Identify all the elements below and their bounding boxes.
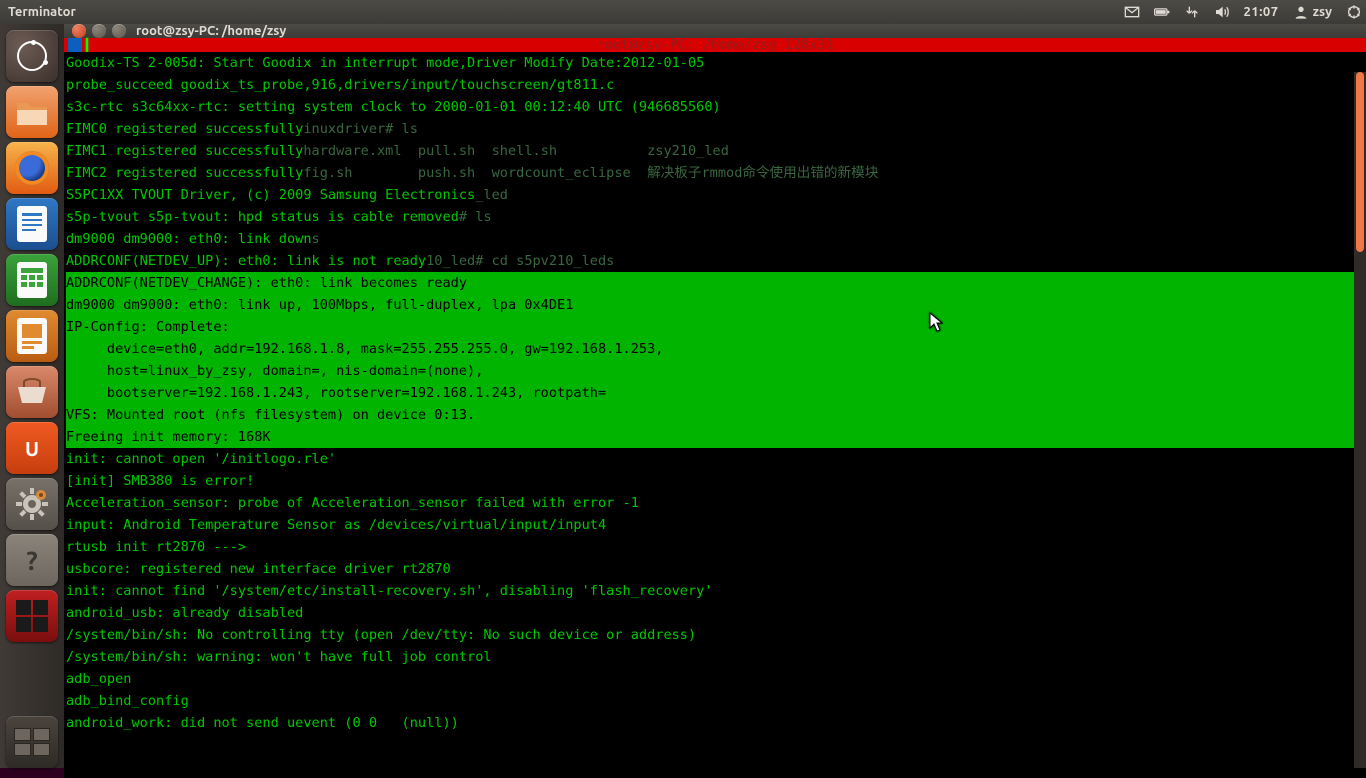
terminator-group-indicator[interactable] bbox=[68, 38, 82, 52]
ghost-text: fig.sh push.sh wordcount_eclipse 解决板子rmm… bbox=[303, 165, 878, 181]
scrollbar-thumb[interactable] bbox=[1356, 72, 1364, 252]
launcher-calc[interactable] bbox=[6, 254, 58, 306]
volume-icon[interactable] bbox=[1214, 4, 1230, 20]
term-line: rtusb init rt2870 ---> bbox=[66, 539, 246, 555]
term-line-highlight: VFS: Mounted root (nfs filesystem) on de… bbox=[66, 404, 1364, 426]
term-line-highlight: IP-Config: Complete: bbox=[66, 316, 1364, 338]
term-line: FIMC1 registered successfully bbox=[66, 143, 303, 159]
window-titlebar[interactable]: root@zsy-PC: /home/zsy bbox=[64, 24, 1366, 38]
term-line: [init] SMB380 is error! bbox=[66, 473, 254, 489]
window-close-button[interactable] bbox=[72, 24, 86, 38]
term-line-highlight: bootserver=192.168.1.243, rootserver=192… bbox=[66, 382, 1364, 404]
term-line: android_work: did not send uevent (0 0 (… bbox=[66, 715, 459, 731]
battery-icon[interactable] bbox=[1154, 4, 1170, 20]
term-line-highlight: dm9000 dm9000: eth0: link up, 100Mbps, f… bbox=[66, 294, 1364, 316]
window-maximize-button[interactable] bbox=[112, 24, 126, 38]
term-line: adb_bind_config bbox=[66, 693, 189, 709]
terminal-cursor-indicator bbox=[86, 38, 88, 52]
user-menu[interactable]: zsy bbox=[1293, 4, 1332, 20]
terminator-pane-title: root@zsy-PC: /home/zsy 128x31 bbox=[596, 37, 833, 53]
term-line: init: cannot find '/system/etc/install-r… bbox=[66, 583, 713, 599]
mail-icon[interactable] bbox=[1124, 4, 1140, 20]
terminator-status-bar[interactable]: root@zsy-PC: /home/zsy 128x31 bbox=[64, 38, 1366, 52]
ghost-text: # ls bbox=[459, 209, 492, 225]
launcher-settings[interactable] bbox=[6, 478, 58, 530]
ghost-text: s bbox=[312, 231, 320, 247]
unity-launcher: U ? bbox=[0, 24, 64, 768]
user-name: zsy bbox=[1313, 5, 1332, 19]
term-line: FIMC2 registered successfully bbox=[66, 165, 303, 181]
launcher-terminator[interactable] bbox=[6, 590, 58, 642]
window-title: root@zsy-PC: /home/zsy bbox=[136, 24, 286, 38]
window-minimize-button[interactable] bbox=[92, 24, 106, 38]
term-line: input: Android Temperature Sensor as /de… bbox=[66, 517, 606, 533]
system-tray: 21:07 zsy bbox=[1124, 4, 1362, 20]
term-line: Acceleration_sensor: probe of Accelerati… bbox=[66, 495, 639, 511]
ghost-text: hardware.xml pull.sh shell.sh zsy210_led bbox=[303, 143, 729, 159]
launcher-files[interactable] bbox=[6, 86, 58, 138]
terminal-output[interactable]: Goodix-TS 2-005d: Start Goodix in interr… bbox=[64, 52, 1366, 778]
top-panel: Terminator 21:07 zsy bbox=[0, 0, 1366, 24]
term-line: s3c-rtc s3c64xx-rtc: setting system cloc… bbox=[66, 99, 721, 115]
term-line: /system/bin/sh: No controlling tty (open… bbox=[66, 627, 696, 643]
ghost-text: 10_led# cd s5pv210_leds bbox=[426, 253, 614, 269]
ghost-text: inuxdriver# ls bbox=[303, 121, 418, 137]
network-icon[interactable] bbox=[1184, 4, 1200, 20]
launcher-firefox[interactable] bbox=[6, 142, 58, 194]
term-line: Goodix-TS 2-005d: Start Goodix in interr… bbox=[66, 55, 704, 71]
term-line: probe_succeed goodix_ts_probe,916,driver… bbox=[66, 77, 614, 93]
term-line: init: cannot open '/initlogo.rle' bbox=[66, 451, 336, 467]
clock[interactable]: 21:07 bbox=[1244, 5, 1279, 19]
term-line-highlight: host=linux_by_zsy, domain=, nis-domain=(… bbox=[66, 360, 1364, 382]
term-line-highlight: ADDRCONF(NETDEV_CHANGE): eth0: link beco… bbox=[66, 272, 1364, 294]
term-line: s5p-tvout s5p-tvout: hpd status is cable… bbox=[66, 209, 459, 225]
term-line: S5PC1XX TVOUT Driver, (c) 2009 Samsung E… bbox=[66, 187, 475, 203]
session-icon[interactable] bbox=[1346, 4, 1362, 20]
term-line: FIMC0 registered successfully bbox=[66, 121, 303, 137]
launcher-impress[interactable] bbox=[6, 310, 58, 362]
launcher-workspace-switcher[interactable] bbox=[6, 716, 58, 768]
launcher-software-center[interactable] bbox=[6, 366, 58, 418]
term-line: ADDRCONF(NETDEV_UP): eth0: link is not r… bbox=[66, 253, 426, 269]
launcher-ubuntu-one[interactable]: U bbox=[6, 422, 58, 474]
launcher-dash[interactable] bbox=[6, 30, 58, 82]
term-line: /system/bin/sh: warning: won't have full… bbox=[66, 649, 492, 665]
term-line: android_usb: already disabled bbox=[66, 605, 303, 621]
active-app-title: Terminator bbox=[8, 5, 1124, 19]
launcher-help[interactable]: ? bbox=[6, 534, 58, 586]
term-line: usbcore: registered new interface driver… bbox=[66, 561, 451, 577]
term-line-highlight: Freeing init memory: 168K bbox=[66, 426, 1364, 448]
launcher-writer[interactable] bbox=[6, 198, 58, 250]
term-line-highlight: device=eth0, addr=192.168.1.8, mask=255.… bbox=[66, 338, 1364, 360]
ghost-text: _led bbox=[475, 187, 508, 203]
term-line: dm9000 dm9000: eth0: link down bbox=[66, 231, 312, 247]
terminator-window: root@zsy-PC: /home/zsy root@zsy-PC: /hom… bbox=[64, 24, 1366, 768]
terminal-scrollbar[interactable] bbox=[1354, 72, 1366, 768]
term-line: adb_open bbox=[66, 671, 131, 687]
